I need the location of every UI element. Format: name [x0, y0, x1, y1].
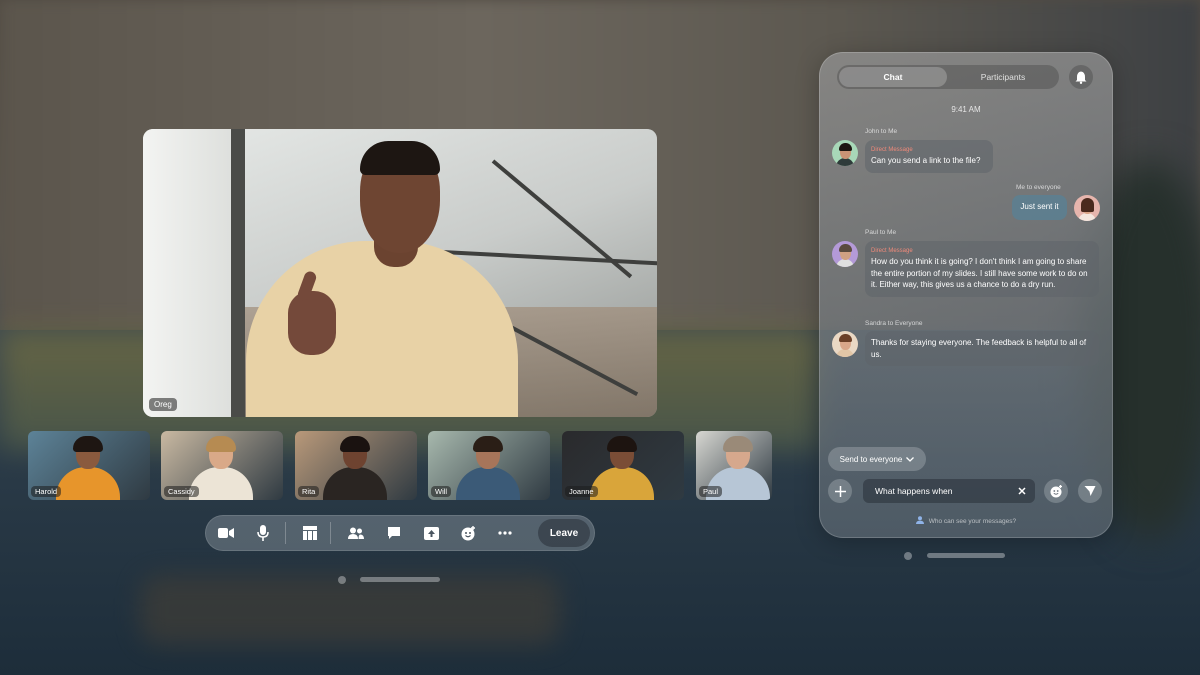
window-dot[interactable] [338, 576, 346, 584]
toolbar-divider [285, 522, 286, 544]
participant-name-tag: Cassidy [164, 486, 199, 497]
participant-name-tag: Harold [31, 486, 62, 497]
participant-hair [473, 436, 503, 452]
bell-icon [1075, 71, 1087, 84]
video-wall [143, 129, 238, 417]
participant-name-tag: Joanne [565, 486, 598, 497]
window-dot[interactable] [904, 552, 912, 560]
toolbar-divider [330, 522, 331, 544]
main-video-tile[interactable]: Oreg [143, 129, 657, 417]
chat-icon[interactable] [384, 523, 404, 543]
participant-hair [206, 436, 236, 452]
camera-icon[interactable] [216, 523, 236, 543]
participant-hair [73, 436, 103, 452]
window-grab-bar[interactable] [927, 553, 1005, 558]
share-screen-icon[interactable] [421, 523, 441, 543]
send-to-dropdown[interactable]: Send to everyone [828, 447, 926, 471]
emoji-button[interactable] [1044, 479, 1068, 503]
participant-hair [607, 436, 637, 452]
leave-button[interactable]: Leave [538, 519, 590, 547]
message-bubble: Thanks for staying everyone. The feedbac… [865, 331, 1099, 366]
call-controls-toolbar: Leave [205, 515, 595, 551]
window-grab-bar[interactable] [360, 577, 440, 582]
reactions-icon[interactable] [458, 523, 478, 543]
send-to-label: Send to everyone [839, 454, 903, 464]
participant-hair [723, 436, 753, 452]
message-sender: Sandra to Everyone [865, 320, 923, 327]
direct-message-tag: Direct Message [871, 147, 913, 153]
message-bubble: Direct Message Can you send a link to th… [865, 140, 993, 173]
participant-thumbnail[interactable]: Joanne [562, 431, 684, 500]
background-table [140, 575, 560, 645]
more-icon[interactable] [495, 523, 515, 543]
avatar [832, 331, 858, 357]
participant-thumbnail[interactable]: Rita [295, 431, 417, 500]
participant-thumbnail[interactable]: Harold [28, 431, 150, 500]
message-visibility-link[interactable]: Who can see your messages? [819, 516, 1113, 525]
message-bubble: Just sent it [1012, 195, 1067, 220]
close-icon [1018, 487, 1026, 495]
notifications-button[interactable] [1069, 65, 1093, 89]
avatar [1074, 195, 1100, 221]
message-sender: Paul to Me [865, 229, 897, 236]
message-text: Can you send a link to the file? [871, 156, 981, 165]
message-sender: Me to everyone [1016, 184, 1061, 191]
layout-grid-icon[interactable] [300, 523, 320, 543]
send-icon [1084, 486, 1096, 496]
add-attachment-button[interactable] [828, 479, 852, 503]
chat-timestamp: 9:41 AM [951, 105, 981, 114]
participant-name-tag: Will [431, 486, 452, 497]
participant-thumbnail[interactable]: Cassidy [161, 431, 283, 500]
direct-message-tag: Direct Message [871, 248, 913, 254]
participant-name-tag: Oreg [149, 398, 177, 411]
message-sender: John to Me [865, 128, 898, 135]
video-pillar [231, 129, 245, 417]
chat-tab-switcher: Chat Participants [837, 65, 1059, 89]
message-text: Thanks for staying everyone. The feedbac… [871, 338, 1087, 359]
send-button[interactable] [1078, 479, 1102, 503]
plus-icon [834, 485, 846, 497]
speaker-hair [360, 141, 440, 175]
message-bubble: Direct Message How do you think it is go… [865, 241, 1099, 297]
emoji-icon [1050, 484, 1062, 497]
message-text: Just sent it [1020, 202, 1059, 211]
participants-icon[interactable] [346, 523, 366, 543]
speaker-hand [288, 291, 336, 355]
tab-participants[interactable]: Participants [949, 67, 1057, 87]
avatar [832, 140, 858, 166]
avatar [832, 241, 858, 267]
message-input[interactable] [863, 479, 1035, 503]
participant-thumbnail[interactable]: Paul [696, 431, 772, 500]
microphone-icon[interactable] [253, 523, 273, 543]
chevron-down-icon [906, 456, 915, 462]
tab-chat[interactable]: Chat [839, 67, 947, 87]
participant-name-tag: Rita [298, 486, 320, 497]
message-visibility-label: Who can see your messages? [928, 518, 1017, 525]
clear-input-button[interactable] [1015, 484, 1029, 498]
chat-panel: Chat Participants 9:41 AM John to Me Dir… [819, 52, 1113, 538]
participant-thumbnail[interactable]: Will [428, 431, 550, 500]
participant-name-tag: Paul [699, 486, 723, 497]
message-text: How do you think it is going? I don't th… [871, 257, 1088, 289]
participant-hair [340, 436, 370, 452]
person-icon [915, 516, 924, 524]
